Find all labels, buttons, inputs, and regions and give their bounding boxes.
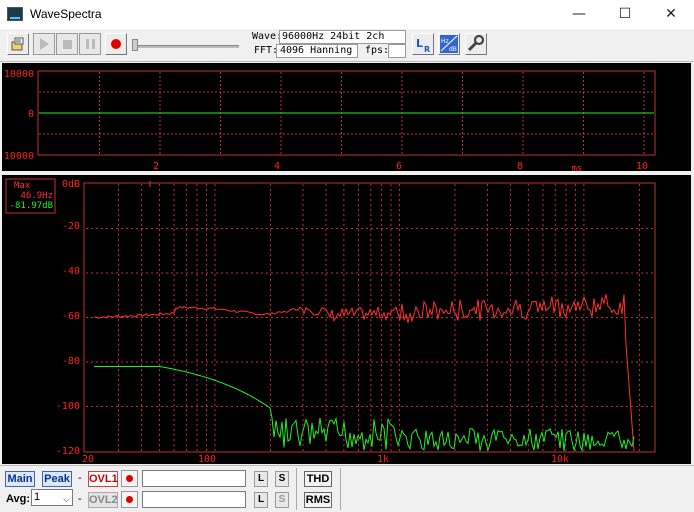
maximize-button[interactable]: ☐ bbox=[602, 0, 648, 29]
spectrum-frame bbox=[83, 182, 656, 453]
spec-x-tick: 100 bbox=[198, 454, 216, 464]
overlay1-name-field[interactable] bbox=[142, 470, 246, 487]
overlay2-button[interactable]: OVL2 bbox=[88, 492, 118, 508]
minimize-button[interactable]: — bbox=[556, 0, 602, 29]
hz-db-settings-button[interactable]: Hz dB bbox=[438, 33, 460, 55]
window-title: WaveSpectra bbox=[30, 7, 102, 21]
settings-button[interactable] bbox=[465, 33, 487, 55]
overlay1-record-button[interactable] bbox=[121, 470, 138, 487]
wave-x-tick: 4 bbox=[274, 161, 280, 171]
max-marker-label: Max bbox=[14, 181, 31, 191]
wave-y-tick: 0 bbox=[28, 109, 34, 120]
max-marker-level: -81.97dB bbox=[10, 201, 53, 211]
wave-y-tick: -10000 bbox=[2, 151, 34, 162]
fft-label: FFT: bbox=[254, 45, 279, 56]
spec-y-tick: -40 bbox=[62, 266, 80, 277]
spec-y-tick: -80 bbox=[62, 356, 80, 367]
overlay2-load-button[interactable]: L bbox=[254, 492, 268, 508]
dash-separator: - bbox=[78, 472, 82, 484]
record-button[interactable] bbox=[105, 33, 127, 55]
main-button[interactable]: Main bbox=[5, 471, 35, 487]
chevron-down-icon: ⌵ bbox=[63, 494, 70, 504]
play-button[interactable] bbox=[33, 33, 55, 55]
overlay2-save-button[interactable]: S bbox=[275, 492, 289, 508]
wave-label: Wave: bbox=[252, 31, 283, 42]
rms-button[interactable]: RMS bbox=[304, 492, 332, 508]
close-button[interactable]: ✕ bbox=[648, 0, 694, 29]
wave-x-tick: 6 bbox=[396, 161, 402, 171]
max-marker-frequency: 46.9Hz bbox=[20, 191, 53, 201]
spec-y-tick: 0dB bbox=[62, 179, 80, 190]
spec-y-tick: -60 bbox=[62, 311, 80, 322]
overlay1-save-button[interactable]: S bbox=[275, 471, 289, 487]
stop-button[interactable] bbox=[56, 33, 78, 55]
waveform-plot[interactable]: 10000 0 -10000 2 4 6 8 ms 10 bbox=[2, 63, 691, 171]
svg-text:dB: dB bbox=[449, 46, 457, 53]
title-bar: WaveSpectra — ☐ ✕ bbox=[0, 0, 694, 29]
thd-button[interactable]: THD bbox=[304, 471, 332, 487]
stop-icon bbox=[62, 39, 72, 49]
spec-x-tick: 20 bbox=[82, 454, 94, 464]
bottom-panel: Main Peak - OVL1 L S THD Avg: - OVL2 L S… bbox=[0, 465, 694, 512]
wave-x-tick: 2 bbox=[153, 161, 159, 171]
svg-text:R: R bbox=[424, 45, 430, 54]
fft-info: 4096 Hanning bbox=[280, 45, 353, 56]
wave-x-tick: 10 bbox=[636, 161, 648, 171]
spectrum-grid bbox=[86, 184, 654, 451]
open-file-button[interactable] bbox=[7, 33, 29, 55]
overlay1-button[interactable]: OVL1 bbox=[88, 471, 118, 487]
spec-y-tick: -100 bbox=[56, 401, 80, 412]
overlay1-load-button[interactable]: L bbox=[254, 471, 268, 487]
app-icon bbox=[7, 7, 23, 21]
average-value: 1 bbox=[34, 491, 41, 503]
open-file-icon bbox=[11, 37, 24, 51]
pause-icon bbox=[85, 39, 95, 49]
overlay2-name-field[interactable] bbox=[142, 491, 246, 508]
wave-y-tick: 10000 bbox=[4, 69, 34, 80]
spectrum-graph: Max 46.9Hz -81.97dB 0dB -20 -40 -60 -80 … bbox=[5, 178, 656, 464]
fps-label: fps: bbox=[365, 45, 390, 56]
position-slider[interactable] bbox=[134, 45, 239, 48]
separator bbox=[340, 468, 341, 510]
average-select[interactable]: 1 ⌵ bbox=[31, 489, 73, 506]
avg-label: Avg: bbox=[6, 493, 31, 505]
channel-lr-button[interactable]: L R bbox=[412, 33, 434, 55]
svg-text:L: L bbox=[416, 37, 423, 50]
hz-db-icon: Hz dB bbox=[440, 35, 458, 53]
fps-info bbox=[388, 44, 406, 58]
overlay2-record-button[interactable] bbox=[121, 491, 138, 508]
separator bbox=[296, 468, 297, 510]
record-icon bbox=[111, 39, 121, 49]
waveform-graph: 10000 0 -10000 2 4 6 8 ms 10 bbox=[2, 69, 656, 171]
svg-text:Hz: Hz bbox=[441, 38, 449, 45]
wave-x-unit: ms bbox=[572, 164, 583, 171]
channel-lr-icon: L R bbox=[416, 37, 430, 54]
position-slider-thumb[interactable] bbox=[132, 39, 138, 51]
peak-button[interactable]: Peak bbox=[42, 471, 72, 487]
spec-x-tick: 10k bbox=[551, 454, 569, 464]
wave-x-tick: 8 bbox=[517, 161, 523, 171]
spec-x-tick: 1k bbox=[377, 454, 389, 464]
wave-info: 96000Hz 24bit 2ch bbox=[282, 31, 385, 42]
spec-y-tick: -120 bbox=[56, 446, 80, 457]
dash-separator: - bbox=[78, 493, 82, 505]
pause-button[interactable] bbox=[79, 33, 101, 55]
wrench-icon bbox=[467, 34, 485, 52]
spec-y-tick: -20 bbox=[62, 221, 80, 232]
spectrum-plot[interactable]: Max 46.9Hz -81.97dB 0dB -20 -40 -60 -80 … bbox=[2, 175, 691, 464]
spectrum-trace-green bbox=[94, 366, 635, 453]
play-icon bbox=[39, 38, 49, 50]
